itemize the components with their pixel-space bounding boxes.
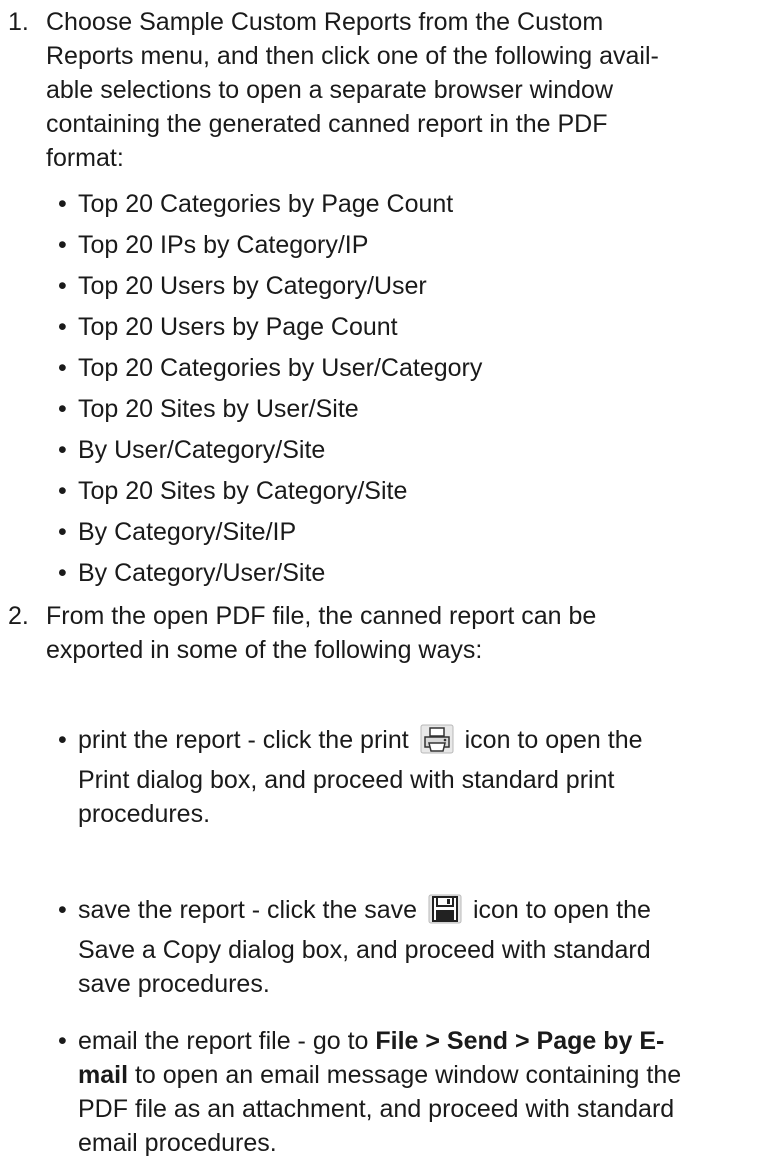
list-item: • Top 20 Sites by User/Site	[58, 395, 359, 423]
list-item: • By Category/Site/IP	[58, 518, 297, 546]
list-item: • Top 20 Categories by Page Count	[58, 190, 454, 218]
list-item: • Top 20 Categories by User/Category	[58, 354, 483, 382]
step-number: 2.	[8, 602, 29, 630]
step-text: From the open PDF file, the canned repor…	[46, 602, 597, 664]
export-save-item: • save the report - click the save icon …	[58, 894, 651, 998]
save-icon	[428, 894, 462, 933]
export-print-item: • print the report - click the print ico…	[58, 724, 643, 828]
list-item: • Top 20 Sites by Category/Site	[58, 477, 408, 505]
list-item: • Top 20 Users by Category/User	[58, 272, 427, 300]
print-icon	[420, 724, 454, 763]
list-item: • By Category/User/Site	[58, 559, 326, 587]
step-text: Choose Sample Custom Reports from the Cu…	[46, 8, 659, 172]
menu-path: File > Send > Page by E-	[375, 1027, 665, 1055]
menu-path-cont: mail	[78, 1061, 129, 1089]
list-item: • By User/Category/Site	[58, 436, 326, 464]
step-number: 1.	[8, 8, 29, 36]
report-list: • Top 20 Categories by Page Count • Top 20…	[58, 187, 482, 597]
list-item: • Top 20 Users by Page Count	[58, 313, 398, 341]
list-item: • Top 20 IPs by Category/IP	[58, 231, 369, 259]
document-page: 1. Choose Sample Custom Reports from the…	[0, 0, 776, 1161]
export-email-item: • email the report file - go to File > S…	[58, 1027, 682, 1157]
